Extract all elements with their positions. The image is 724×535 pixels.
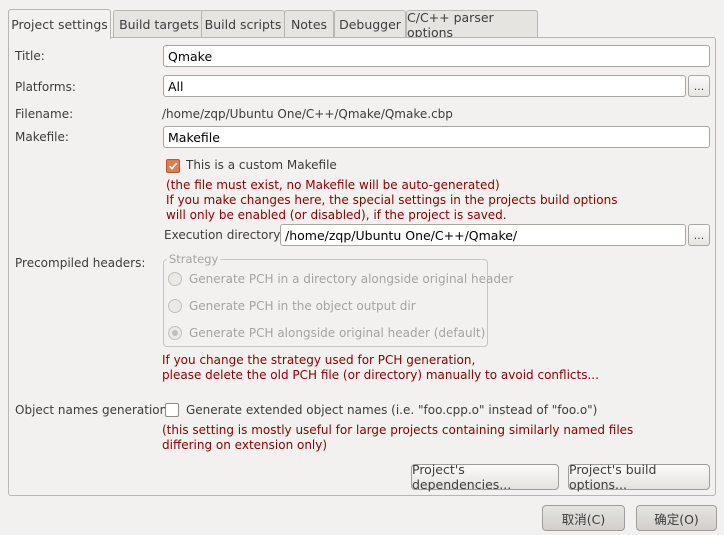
custom-makefile-note: (the file must exist, no Makefile will b… xyxy=(166,178,500,192)
custom-makefile-warning-line1: If you make changes here, the special se… xyxy=(166,193,618,207)
execution-directory-browse-button[interactable]: ... xyxy=(688,224,710,246)
pch-option-alongside-label[interactable]: Generate PCH alongside original header (… xyxy=(189,326,485,340)
project-build-options-button[interactable]: Project's build options... xyxy=(568,462,710,492)
makefile-input[interactable]: Makefile xyxy=(163,126,710,148)
project-dependencies-button[interactable]: Project's dependencies... xyxy=(411,462,559,492)
custom-makefile-checkbox[interactable] xyxy=(166,159,180,173)
makefile-label: Makefile: xyxy=(15,130,69,144)
cancel-button[interactable]: 取消(C) xyxy=(542,505,625,531)
extended-object-names-label[interactable]: Generate extended object names (i.e. "fo… xyxy=(186,403,597,417)
pch-warning-line2: please delete the old PCH file (or direc… xyxy=(162,368,599,382)
pch-option-alongside-radio[interactable] xyxy=(168,326,182,340)
precompiled-headers-label: Precompiled headers: xyxy=(15,256,146,270)
extended-object-names-checkbox[interactable] xyxy=(165,403,179,417)
tab-debugger[interactable]: Debugger xyxy=(334,10,406,38)
tab-notes[interactable]: Notes xyxy=(284,10,334,38)
pch-option-object-dir-radio[interactable] xyxy=(168,299,182,313)
pch-strategy-title: Strategy xyxy=(167,252,221,266)
platforms-input[interactable]: All xyxy=(163,75,686,97)
tab-project-settings[interactable]: Project settings xyxy=(8,9,111,39)
object-names-label: Object names generation: xyxy=(15,403,172,417)
title-label: Title: xyxy=(15,49,45,63)
custom-makefile-label[interactable]: This is a custom Makefile xyxy=(186,158,337,172)
object-names-note-line1: (this setting is mostly useful for large… xyxy=(162,423,634,437)
execution-directory-label: Execution directory: xyxy=(164,228,284,242)
title-input[interactable]: Qmake xyxy=(163,45,710,67)
project-settings-panel: Title: Qmake Platforms: All ... Filename… xyxy=(8,37,716,496)
platforms-browse-button[interactable]: ... xyxy=(688,75,710,97)
custom-makefile-warning-line2: will only be enabled (or disabled), if t… xyxy=(166,208,507,222)
tab-cpp-parser-options[interactable]: C/C++ parser options xyxy=(406,10,538,40)
tab-build-targets[interactable]: Build targets xyxy=(113,10,205,38)
checkmark-icon xyxy=(168,162,178,170)
filename-label: Filename: xyxy=(15,107,74,121)
pch-option-object-dir-label[interactable]: Generate PCH in the object output dir xyxy=(189,299,416,313)
ok-button[interactable]: 确定(O) xyxy=(636,505,717,531)
filename-value: /home/zqp/Ubuntu One/C++/Qmake/Qmake.cbp xyxy=(162,107,453,121)
pch-warning-line1: If you change the strategy used for PCH … xyxy=(162,353,476,367)
execution-directory-input[interactable]: /home/zqp/Ubuntu One/C++/Qmake/ xyxy=(280,224,686,246)
pch-option-directory-radio[interactable] xyxy=(168,272,182,286)
tab-build-scripts[interactable]: Build scripts xyxy=(201,10,285,38)
object-names-note-line2: differing on extension only) xyxy=(162,438,328,452)
pch-option-directory-label[interactable]: Generate PCH in a directory alongside or… xyxy=(189,272,513,286)
platforms-label: Platforms: xyxy=(15,80,76,94)
